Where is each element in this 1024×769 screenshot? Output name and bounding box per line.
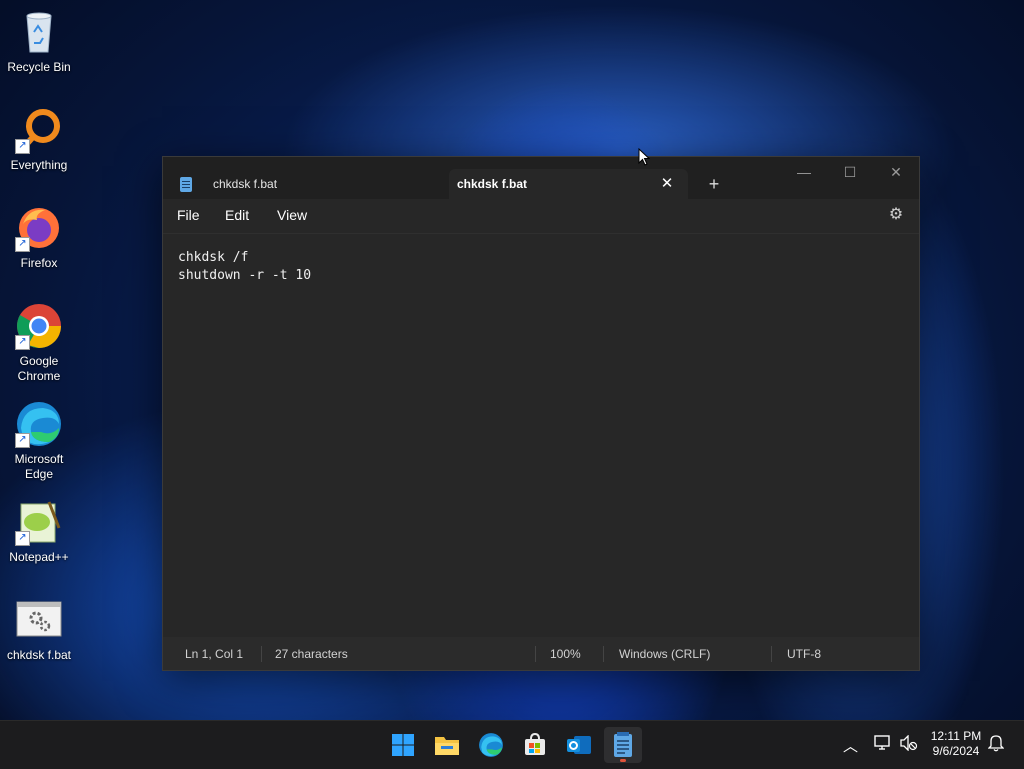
- status-divider: [771, 646, 772, 662]
- close-tab-icon[interactable]: ✕: [658, 175, 676, 193]
- desktop-icon-label: Notepad++: [9, 550, 69, 564]
- minimize-button[interactable]: —: [781, 161, 827, 183]
- clock-date: 9/6/2024: [932, 744, 980, 758]
- line-endings[interactable]: Windows (CRLF): [619, 647, 710, 661]
- shortcut-arrow-icon: ↗: [15, 237, 30, 252]
- desktop-icon-edge[interactable]: ↗ Microsoft Edge: [0, 400, 78, 482]
- shortcut-arrow-icon: ↗: [15, 531, 30, 546]
- outlook-icon: [567, 736, 591, 754]
- desktop-icon-batch-file[interactable]: chkdsk f.bat: [0, 596, 78, 663]
- shortcut-arrow-icon: ↗: [15, 335, 30, 350]
- chrome-icon: ↗: [15, 302, 63, 350]
- desktop-icon-label: chkdsk f.bat: [6, 648, 72, 662]
- shortcut-arrow-icon: ↗: [15, 139, 30, 154]
- status-divider: [261, 646, 262, 662]
- settings-gear-icon[interactable]: ⚙: [887, 206, 905, 224]
- desktop-icon-label: Microsoft Edge: [14, 452, 64, 481]
- tab-active[interactable]: chkdsk f.bat ✕: [449, 169, 688, 199]
- recycle-bin-icon: [15, 8, 63, 56]
- notepad-window: chkdsk f.bat chkdsk f.bat ✕ + — ☐ ✕ File…: [162, 156, 920, 671]
- title-bar[interactable]: chkdsk f.bat chkdsk f.bat ✕ + — ☐ ✕: [163, 157, 919, 199]
- status-bar: Ln 1, Col 1 27 characters 100% Windows (…: [163, 637, 919, 670]
- notepad-icon: [614, 732, 632, 757]
- desktop-icon-everything[interactable]: ↗ Everything: [0, 106, 78, 173]
- volume-muted-icon[interactable]: [900, 734, 918, 755]
- menu-bar: File Edit View ⚙: [163, 199, 919, 233]
- edge-icon: [479, 733, 503, 757]
- zoom-level[interactable]: 100%: [550, 647, 581, 661]
- taskbar-notepad[interactable]: [604, 727, 642, 763]
- clock-time: 12:11 PM: [930, 729, 982, 743]
- shortcut-arrow-icon: ↗: [15, 433, 30, 448]
- status-divider: [535, 646, 536, 662]
- show-hidden-icons-chevron-icon[interactable]: ︿: [843, 735, 858, 756]
- batch-file-icon: [15, 596, 63, 644]
- cursor-position: Ln 1, Col 1: [185, 647, 244, 661]
- taskbar-edge[interactable]: [472, 727, 510, 763]
- system-clock[interactable]: 12:11 PM 9/6/2024: [922, 729, 990, 759]
- everything-search-icon: ↗: [15, 106, 63, 154]
- tab-label: chkdsk f.bat: [213, 177, 278, 191]
- desktop-icon-label: Firefox: [20, 256, 58, 270]
- desktop-icon-recycle-bin[interactable]: Recycle Bin: [0, 8, 78, 75]
- desktop-icon-chrome[interactable]: ↗ Google Chrome: [0, 302, 78, 384]
- desktop-icon-firefox[interactable]: ↗ Firefox: [0, 204, 78, 271]
- edge-icon: ↗: [15, 400, 63, 448]
- desktop-icon-label: Everything: [10, 158, 68, 172]
- running-indicator: [620, 759, 626, 762]
- maximize-button[interactable]: ☐: [827, 161, 873, 183]
- network-icon[interactable]: [874, 735, 892, 755]
- tab-label: chkdsk f.bat: [457, 177, 528, 191]
- mouse-cursor-icon: [638, 148, 650, 166]
- notepad-file-icon: [180, 176, 192, 192]
- taskbar-store[interactable]: [516, 727, 554, 763]
- store-icon: [525, 733, 545, 755]
- desktop-icon-label: Recycle Bin: [7, 60, 71, 74]
- encoding[interactable]: UTF-8: [787, 647, 821, 661]
- start-icon: [392, 734, 414, 756]
- character-count: 27 characters: [275, 647, 348, 661]
- editor-content[interactable]: chkdsk /f shutdown -r -t 10: [178, 249, 311, 285]
- text-editor[interactable]: chkdsk /f shutdown -r -t 10: [163, 233, 919, 638]
- start-button[interactable]: [384, 727, 422, 763]
- desktop-icon-notepadplusplus[interactable]: ↗ Notepad++: [0, 498, 78, 565]
- tab-inactive[interactable]: chkdsk f.bat: [163, 169, 448, 199]
- notification-bell-icon[interactable]: [987, 734, 1005, 756]
- menu-edit[interactable]: Edit: [225, 207, 249, 223]
- taskbar-file-explorer[interactable]: [428, 727, 466, 763]
- desktop-icon-label: Google Chrome: [17, 354, 61, 383]
- new-tab-button[interactable]: +: [703, 173, 725, 195]
- file-explorer-icon: [435, 737, 459, 755]
- taskbar: ︿ 12:11 PM 9/6/2024: [0, 720, 1024, 769]
- notepadplusplus-icon: ↗: [15, 498, 63, 546]
- status-divider: [603, 646, 604, 662]
- firefox-icon: ↗: [15, 204, 63, 252]
- menu-view[interactable]: View: [277, 207, 307, 223]
- close-window-button[interactable]: ✕: [873, 161, 919, 183]
- menu-file[interactable]: File: [177, 207, 200, 223]
- taskbar-outlook[interactable]: [560, 727, 598, 763]
